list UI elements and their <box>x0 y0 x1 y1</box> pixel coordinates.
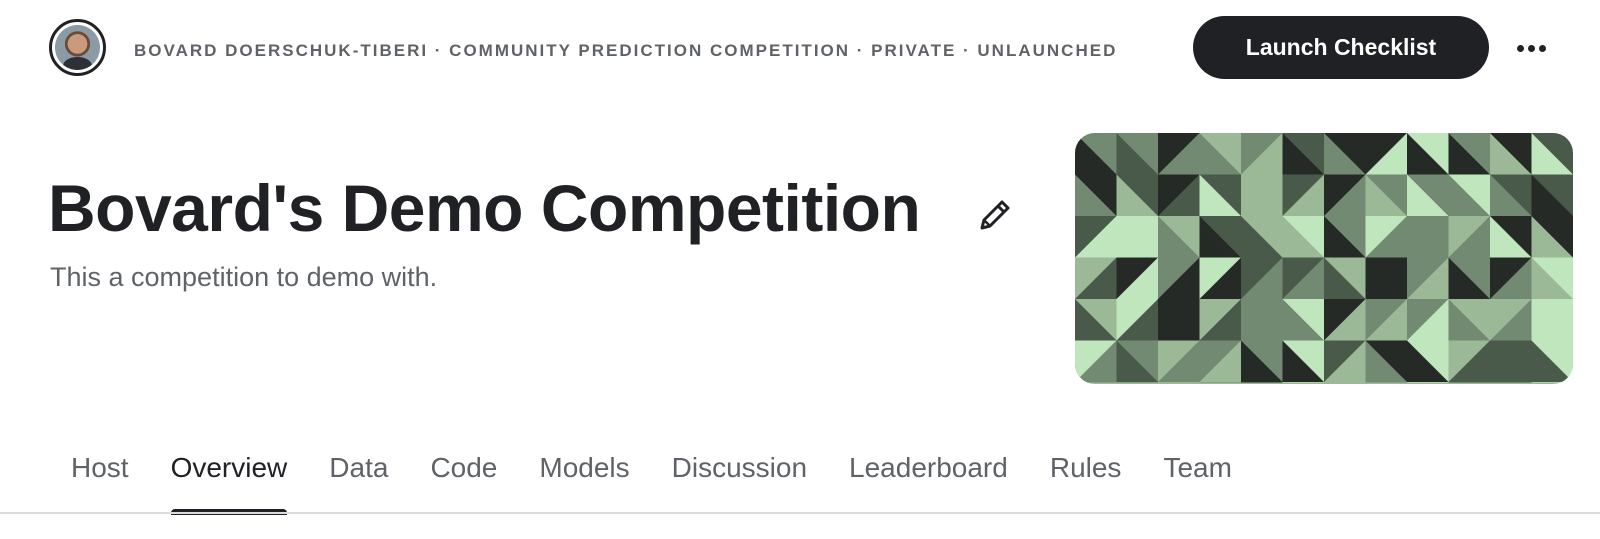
dot <box>1527 44 1535 52</box>
top-bar: Bovard Doerschuk-Tiberi · Community Pred… <box>0 0 1600 96</box>
tab-data[interactable]: Data <box>308 440 409 510</box>
tab-team[interactable]: Team <box>1142 440 1252 510</box>
launch-checklist-button[interactable]: Launch Checklist <box>1193 16 1489 79</box>
tab-label: Data <box>329 452 389 483</box>
tab-label: Code <box>430 452 498 483</box>
tab-overview[interactable]: Overview <box>150 440 309 515</box>
avatar-image <box>55 25 100 70</box>
tab-label: Discussion <box>671 452 808 483</box>
tab-models[interactable]: Models <box>518 440 650 510</box>
tab-discussion[interactable]: Discussion <box>651 440 828 510</box>
tab-divider <box>0 512 1600 514</box>
dot <box>1516 44 1524 52</box>
tab-label: Rules <box>1049 452 1122 483</box>
tab-label: Models <box>539 452 630 483</box>
tab-host[interactable]: Host <box>50 440 150 510</box>
pencil-icon[interactable] <box>976 196 1014 234</box>
tab-label: Leaderboard <box>849 452 1008 483</box>
tab-label: Overview <box>170 452 288 483</box>
tab-label: Team <box>1163 452 1232 483</box>
tab-rules[interactable]: Rules <box>1029 440 1143 510</box>
dot <box>1538 44 1546 52</box>
host-avatar[interactable] <box>49 19 106 76</box>
tab-label: Host <box>71 452 129 483</box>
breadcrumb: Bovard Doerschuk-Tiberi · Community Pred… <box>134 41 1118 60</box>
competition-banner-image <box>1075 133 1573 384</box>
competition-subtitle: This a competition to demo with. <box>50 262 438 292</box>
competition-title: Bovard's Demo Competition <box>48 171 921 245</box>
tab-bar: Host Overview Data Code Models Discussio… <box>50 440 1253 539</box>
tab-code[interactable]: Code <box>409 440 518 510</box>
tab-leaderboard[interactable]: Leaderboard <box>828 440 1029 510</box>
more-options-icon[interactable] <box>1511 31 1551 65</box>
